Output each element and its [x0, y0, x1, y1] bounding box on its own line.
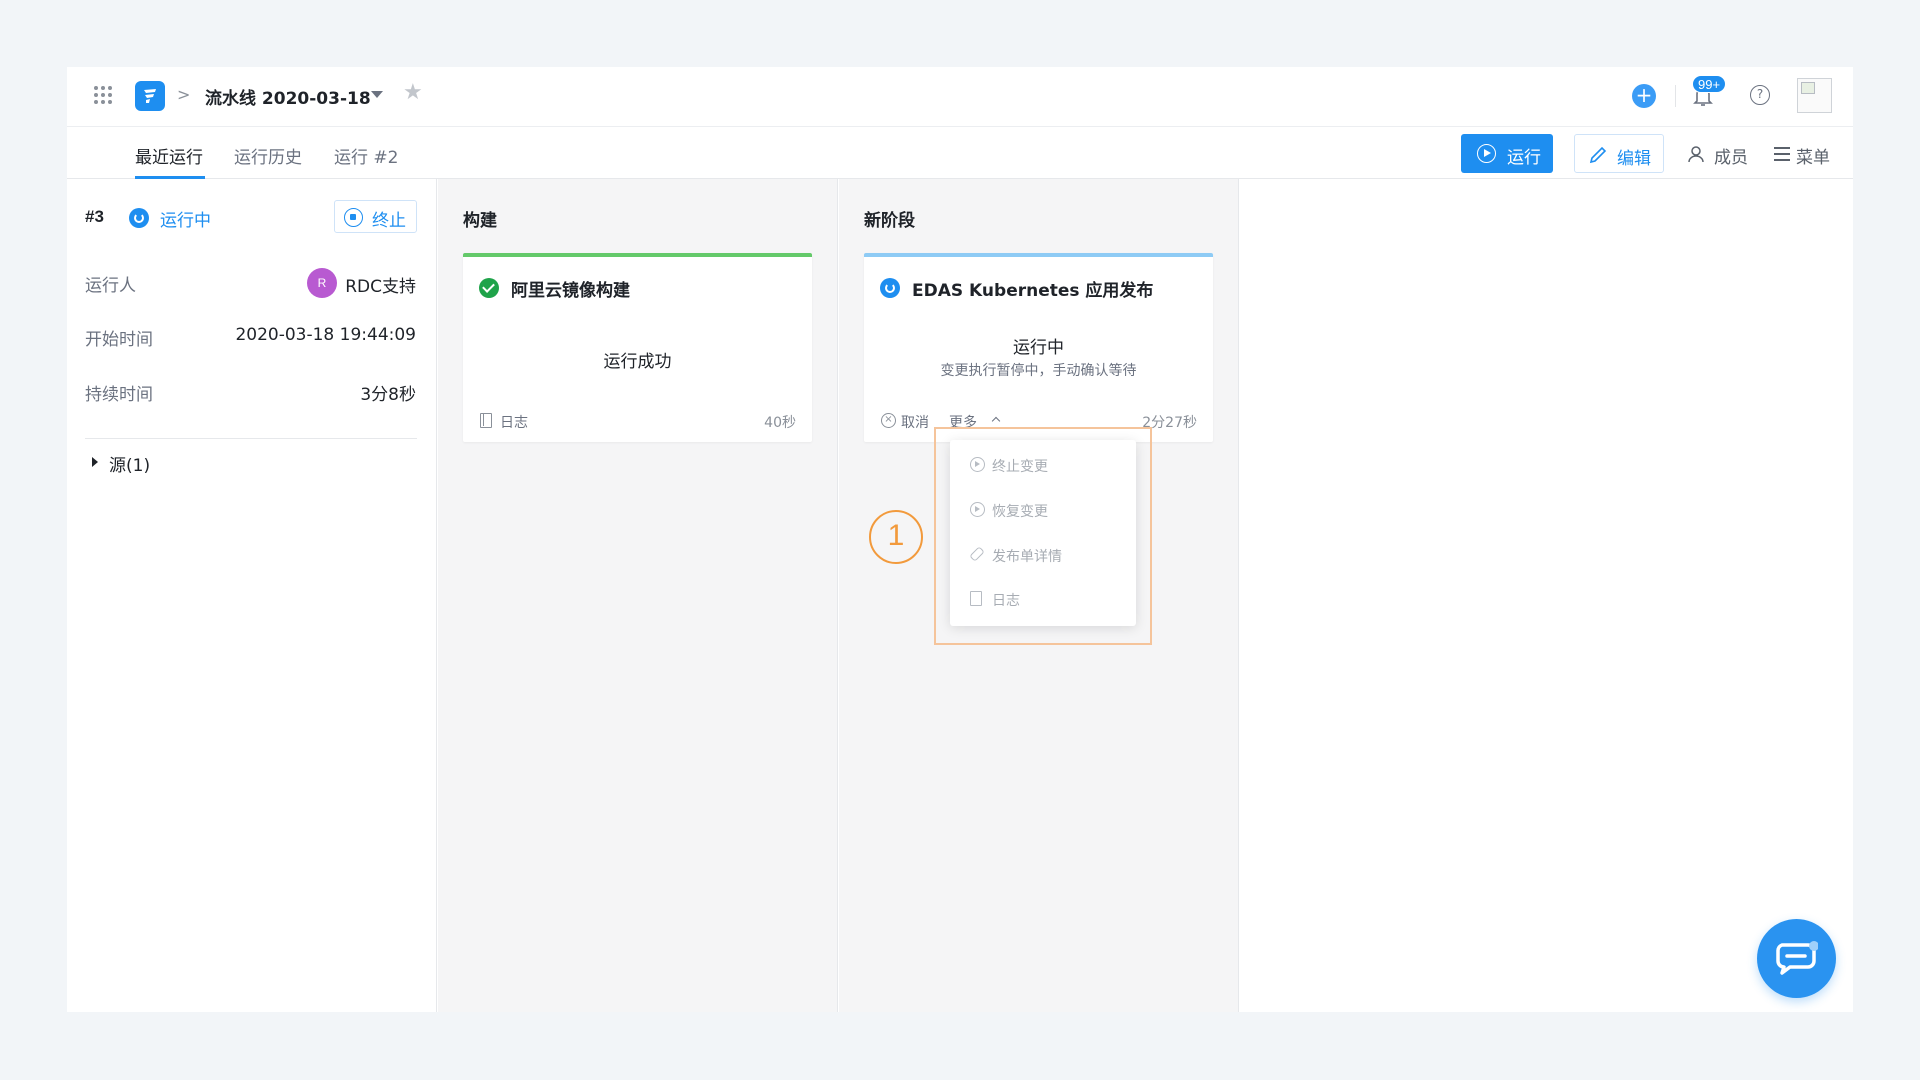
stage-title: 构建 — [463, 211, 497, 231]
tab-bar: 最近运行 运行历史 运行 #2 运行 编辑 成员 菜单 — [67, 127, 1853, 179]
job-duration: 40秒 — [764, 415, 796, 431]
user-avatar[interactable] — [1797, 78, 1832, 113]
notification-badge: 99+ — [1692, 75, 1727, 93]
log-book-icon — [480, 413, 492, 428]
chat-button[interactable] — [1757, 919, 1836, 998]
stage-build: 构建 阿里云镜像构建 运行成功 日志 40秒 — [438, 179, 838, 1012]
start-time-label: 开始时间 — [85, 330, 153, 350]
job-status: 运行中 — [1013, 338, 1064, 358]
job-sub-status: 变更执行暂停中，手动确认等待 — [940, 363, 1137, 379]
run-button[interactable]: 运行 — [1461, 134, 1553, 173]
chevron-up-icon — [991, 416, 1001, 426]
edit-button-label: 编辑 — [1617, 149, 1651, 169]
stop-circle-icon — [344, 208, 363, 227]
pipeline-title[interactable]: 流水线 2020-03-18 — [205, 84, 371, 109]
job-name: EDAS Kubernetes 应用发布 — [912, 281, 1154, 301]
success-check-icon — [479, 278, 499, 298]
tab-run-2[interactable]: 运行 #2 — [334, 143, 398, 168]
run-status: 运行中 — [160, 211, 211, 231]
flow-logo-icon[interactable] — [135, 81, 165, 111]
app-grid-icon[interactable] — [94, 86, 112, 104]
source-label: 源(1) — [109, 456, 151, 476]
breadcrumb-chevron-icon: > — [177, 85, 191, 104]
broken-image-icon — [1801, 82, 1815, 94]
annotation-marker: 1 — [869, 510, 923, 564]
tab-run-history[interactable]: 运行历史 — [234, 143, 302, 168]
runner-name: RDC支持 — [345, 277, 416, 297]
stop-button-label: 终止 — [372, 211, 406, 231]
job-card-image-build[interactable]: 阿里云镜像构建 运行成功 日志 40秒 — [463, 253, 812, 442]
play-circle-icon — [1477, 144, 1496, 163]
chat-bubble-icon — [1776, 941, 1818, 975]
hamburger-icon — [1774, 147, 1790, 165]
annotation-highlight-box — [934, 427, 1152, 645]
caret-right-icon — [92, 457, 98, 467]
stop-button[interactable]: 终止 — [334, 200, 417, 233]
running-icon — [880, 278, 900, 298]
stage-title: 新阶段 — [864, 211, 915, 231]
star-icon[interactable]: ★ — [403, 80, 423, 105]
run-number: #3 — [85, 207, 104, 226]
duration-label: 持续时间 — [85, 385, 153, 405]
help-icon[interactable]: ? — [1750, 85, 1770, 105]
panel-divider — [85, 438, 417, 439]
members-button-label: 成员 — [1714, 148, 1748, 168]
run-button-label: 运行 — [1507, 148, 1541, 168]
job-status: 运行成功 — [603, 352, 672, 372]
close-circle-icon: × — [881, 413, 896, 428]
edit-button[interactable]: 编辑 — [1574, 134, 1664, 173]
pencil-icon — [1589, 146, 1607, 164]
job-log-label: 日志 — [500, 415, 528, 431]
plus-icon[interactable]: + — [1632, 84, 1656, 108]
empty-canvas — [1240, 179, 1853, 1012]
menu-button-label: 菜单 — [1796, 148, 1830, 168]
runner-avatar: R — [307, 268, 337, 298]
duration-value: 3分8秒 — [360, 385, 416, 405]
caret-down-icon[interactable] — [371, 91, 383, 98]
run-info-panel: #3 运行中 终止 运行人 R RDC支持 开始时间 2020-03-18 19… — [67, 179, 437, 1012]
runner-label: 运行人 — [85, 276, 136, 296]
job-cancel-label: 取消 — [901, 415, 929, 431]
tab-recent-runs[interactable]: 最近运行 — [135, 143, 203, 168]
top-bar: > 流水线 2020-03-18 ★ + 99+ ? — [67, 67, 1853, 127]
job-status-bar — [463, 253, 812, 257]
start-time-value: 2020-03-18 19:44:09 — [235, 325, 416, 345]
job-status-bar — [864, 253, 1213, 257]
job-card-edas-deploy[interactable]: EDAS Kubernetes 应用发布 运行中 变更执行暂停中，手动确认等待 … — [864, 253, 1213, 442]
job-name: 阿里云镜像构建 — [511, 281, 630, 301]
user-icon — [1688, 146, 1704, 163]
header-divider — [1675, 85, 1676, 107]
running-icon — [129, 208, 149, 228]
